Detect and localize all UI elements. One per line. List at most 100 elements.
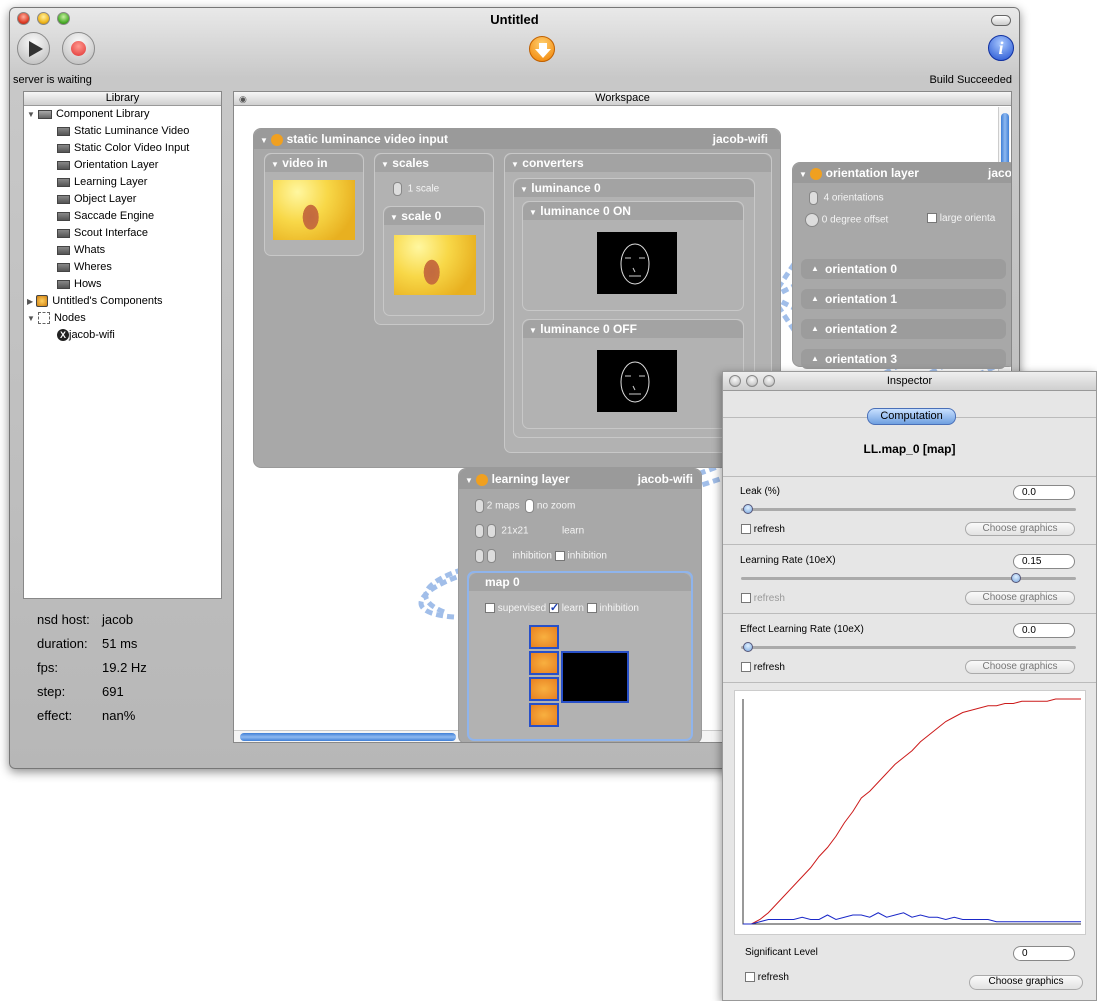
sub-header[interactable]: ▼ video in: [265, 154, 363, 172]
tree-item-component[interactable]: Object Layer: [57, 191, 136, 208]
stepper-icon[interactable]: [525, 499, 535, 513]
disclosure-open-icon[interactable]: ▼: [27, 314, 35, 323]
video-in-panel[interactable]: ▼ video in: [264, 153, 364, 256]
luminance-0-panel[interactable]: ▼ luminance 0 ▼ luminance 0 ON ▼ luminan…: [513, 178, 755, 438]
sub-header[interactable]: ▼ luminance 0 ON: [523, 202, 743, 220]
tree-item-component-library[interactable]: ▼ Component Library: [27, 106, 150, 123]
dial-icon[interactable]: [805, 213, 819, 227]
checkbox-icon[interactable]: [927, 213, 937, 224]
inhibition-row[interactable]: inhibition inhibition: [475, 549, 607, 563]
tree-item-component[interactable]: Hows: [57, 276, 102, 293]
parameter-value-field[interactable]: 0.15: [1013, 554, 1075, 569]
slider-knob[interactable]: [743, 642, 753, 652]
orientation-row[interactable]: ▲ orientation 2: [801, 319, 1006, 339]
panel-header[interactable]: ▼ static luminance video input jacob-wif…: [254, 129, 780, 149]
scales-panel[interactable]: ▼ scales 1 scale ▼ scale 0: [374, 153, 494, 325]
refresh-checkbox[interactable]: [741, 593, 751, 604]
map-0-panel[interactable]: map 0 supervised ✓ learn inhibition: [467, 571, 693, 741]
inspector-close-button[interactable]: [729, 375, 741, 387]
map-size[interactable]: 21x21 learn: [475, 524, 584, 538]
slider-knob[interactable]: [1011, 573, 1021, 583]
choose-graphics-button[interactable]: Choose graphics: [965, 591, 1075, 605]
checkbox-icon[interactable]: [554, 551, 565, 561]
horizontal-scroll-thumb[interactable]: [240, 733, 456, 741]
orientation-row[interactable]: ▲ orientation 0: [801, 259, 1006, 279]
significant-level-field[interactable]: 0: [1013, 946, 1075, 961]
luminance-on-panel[interactable]: ▼ luminance 0 ON: [522, 201, 744, 311]
maps-count[interactable]: 2 maps no zoom: [475, 499, 575, 513]
expand-icon[interactable]: ▲: [811, 349, 819, 369]
collapse-icon[interactable]: ▼: [465, 476, 473, 485]
refresh-option[interactable]: refresh: [741, 662, 785, 673]
stepper-icon[interactable]: [486, 549, 496, 563]
disclosure-open-icon[interactable]: ▼: [27, 110, 35, 119]
inspector-minimize-button[interactable]: [746, 375, 758, 387]
orientation-row[interactable]: ▲ orientation 3: [801, 349, 1006, 369]
inhibition-checkbox[interactable]: [586, 603, 597, 614]
record-button[interactable]: [62, 32, 95, 65]
tree-item-component[interactable]: Wheres: [57, 259, 112, 276]
orientation-row[interactable]: ▲ orientation 1: [801, 289, 1006, 309]
tree-item-component[interactable]: Learning Layer: [57, 174, 147, 191]
luminance-off-panel[interactable]: ▼ luminance 0 OFF: [522, 319, 744, 429]
slider-knob[interactable]: [743, 504, 753, 514]
parameter-slider[interactable]: [741, 508, 1076, 511]
play-button[interactable]: [17, 32, 50, 65]
learn-checkbox[interactable]: ✓: [548, 603, 559, 614]
tree-item-nodes[interactable]: ▼ Nodes: [27, 310, 86, 327]
orientation-layer-panel[interactable]: ▼ orientation layer jaco 4 orientations …: [792, 162, 1011, 369]
scale-count[interactable]: 1 scale: [393, 182, 439, 196]
static-luminance-panel[interactable]: ▼ static luminance video input jacob-wif…: [253, 128, 781, 468]
sub-header[interactable]: map 0: [469, 573, 691, 591]
stepper-icon[interactable]: [393, 182, 402, 196]
info-icon[interactable]: i: [988, 35, 1014, 61]
orientation-count[interactable]: 4 orientations: [809, 191, 884, 205]
sub-header[interactable]: ▼ luminance 0 OFF: [523, 320, 743, 338]
refresh-checkbox[interactable]: [741, 662, 751, 673]
refresh-option[interactable]: refresh: [741, 593, 785, 604]
tree-item-untitled-components[interactable]: ▶ Untitled's Components: [27, 293, 163, 310]
sub-header[interactable]: ▼ luminance 0: [514, 179, 754, 197]
stepper-icon[interactable]: [475, 499, 484, 513]
choose-graphics-button[interactable]: Choose graphics: [965, 522, 1075, 536]
refresh-checkbox[interactable]: [745, 972, 755, 983]
disclosure-closed-icon[interactable]: ▶: [27, 297, 33, 306]
build-icon[interactable]: [529, 36, 555, 62]
parameter-slider[interactable]: [741, 646, 1076, 649]
parameter-slider[interactable]: [741, 577, 1076, 580]
expand-icon[interactable]: ▲: [811, 319, 819, 339]
stepper-icon[interactable]: [475, 524, 484, 538]
tree-item-component[interactable]: Scout Interface: [57, 225, 148, 242]
supervised-checkbox[interactable]: [485, 603, 495, 614]
stepper-icon[interactable]: [809, 191, 818, 205]
sub-header[interactable]: ▼ converters: [505, 154, 771, 172]
panel-header[interactable]: ▼ orientation layer jaco: [793, 163, 1011, 183]
refresh-option[interactable]: refresh: [741, 524, 785, 535]
expand-icon[interactable]: ▲: [811, 289, 819, 309]
stepper-icon[interactable]: [486, 524, 496, 538]
refresh-checkbox[interactable]: [741, 524, 751, 535]
tree-item-component[interactable]: Static Color Video Input: [57, 140, 189, 157]
inspector-zoom-button[interactable]: [763, 375, 775, 387]
tree-item-component[interactable]: Whats: [57, 242, 105, 259]
tree-item-component[interactable]: Orientation Layer: [57, 157, 158, 174]
tree-item-component[interactable]: Static Luminance Video: [57, 123, 189, 140]
parameter-value-field[interactable]: 0.0: [1013, 623, 1075, 638]
collapse-icon[interactable]: ▼: [799, 170, 807, 179]
expand-icon[interactable]: ▲: [811, 259, 819, 279]
parameter-value-field[interactable]: 0.0: [1013, 485, 1075, 500]
toolbar-toggle-button[interactable]: [991, 15, 1011, 26]
refresh-option[interactable]: refresh: [745, 972, 789, 983]
choose-graphics-button[interactable]: Choose graphics: [969, 975, 1083, 990]
tree-item-component[interactable]: Saccade Engine: [57, 208, 154, 225]
learning-layer-panel[interactable]: ▼ learning layer jacob-wifi 2 maps no zo…: [458, 468, 702, 742]
sub-header[interactable]: ▼ scales: [375, 154, 493, 172]
tab-computation[interactable]: Computation: [867, 408, 956, 425]
tree-item-node[interactable]: Xjacob-wifi: [57, 327, 115, 344]
choose-graphics-button[interactable]: Choose graphics: [965, 660, 1075, 674]
degree-offset[interactable]: 0 degree offset: [805, 213, 888, 227]
large-orientation-checkbox[interactable]: large orienta: [927, 213, 995, 224]
stepper-icon[interactable]: [475, 549, 484, 563]
sub-header[interactable]: ▼ scale 0: [384, 207, 484, 225]
map-options[interactable]: supervised ✓ learn inhibition: [485, 603, 639, 614]
